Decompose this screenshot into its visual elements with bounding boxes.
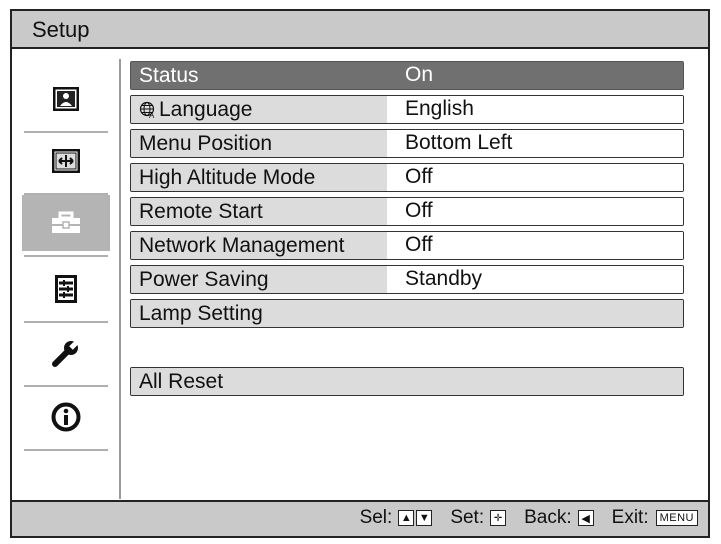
row-label: Lamp Setting [131, 300, 683, 327]
menu-row-all-reset[interactable]: All Reset [130, 367, 684, 396]
menu-row-power-saving[interactable]: Power Saving Standby [130, 265, 684, 294]
screen-adjust-icon [52, 149, 80, 173]
wrench-icon [52, 339, 80, 367]
row-label: Remote Start [131, 198, 387, 225]
globe-language-icon: A [139, 101, 157, 119]
row-label: Status [131, 62, 387, 89]
row-label: High Altitude Mode [131, 164, 387, 191]
enter-key-icon: ✛ [490, 510, 507, 526]
sidebar-item-function[interactable] [22, 261, 110, 317]
row-value: Off [387, 164, 683, 191]
row-label: Network Management [131, 232, 387, 259]
menu-title: Setup [32, 17, 90, 42]
sidebar-item-screen[interactable] [22, 133, 110, 189]
title-bar: Setup [12, 11, 708, 49]
row-value: Off [387, 232, 683, 259]
menu-key-icon: MENU [655, 510, 698, 526]
sidebar [12, 49, 119, 499]
row-label: Power Saving [131, 266, 387, 293]
row-value: Standby [387, 266, 683, 293]
arrow-left-key-icon: ◀ [577, 510, 594, 526]
sidebar-item-installation[interactable] [22, 325, 110, 381]
menu-row-status[interactable]: Status On [130, 61, 684, 90]
row-label: Language [159, 97, 253, 121]
set-hint: Set: ✛ [450, 507, 507, 529]
row-label-container: A Language [131, 96, 387, 123]
row-value: On [387, 62, 683, 89]
select-hint: Sel: ▲ ▼ [360, 507, 433, 529]
row-label: All Reset [131, 368, 683, 395]
footer-hints: Sel: ▲ ▼ Set: ✛ Back: ◀ Exit: MENU [12, 500, 708, 536]
back-hint: Back: ◀ [524, 507, 594, 529]
info-icon [51, 402, 81, 432]
svg-text:A: A [149, 111, 155, 119]
sidebar-item-setup[interactable] [22, 195, 110, 251]
menu-row-lamp-setting[interactable]: Lamp Setting [130, 299, 684, 328]
menu-row-remote-start[interactable]: Remote Start Off [130, 197, 684, 226]
sidebar-item-picture[interactable] [22, 71, 110, 127]
arrow-up-key-icon: ▲ [398, 510, 415, 526]
row-value: Off [387, 198, 683, 225]
toolbox-icon [52, 211, 80, 233]
picture-icon [53, 87, 79, 111]
menu-row-menu-position[interactable]: Menu Position Bottom Left [130, 129, 684, 158]
exit-hint: Exit: MENU [612, 507, 698, 529]
row-value: Bottom Left [387, 130, 683, 157]
sidebar-item-information[interactable] [22, 389, 110, 445]
row-label: Menu Position [131, 130, 387, 157]
arrow-down-key-icon: ▼ [416, 510, 433, 526]
list-icon [55, 275, 77, 303]
menu-row-network-management[interactable]: Network Management Off [130, 231, 684, 260]
setup-menu-window: Setup Status On A Language English Menu … [10, 9, 710, 538]
menu-row-high-altitude[interactable]: High Altitude Mode Off [130, 163, 684, 192]
row-value: English [387, 96, 683, 123]
menu-row-language[interactable]: A Language English [130, 95, 684, 124]
